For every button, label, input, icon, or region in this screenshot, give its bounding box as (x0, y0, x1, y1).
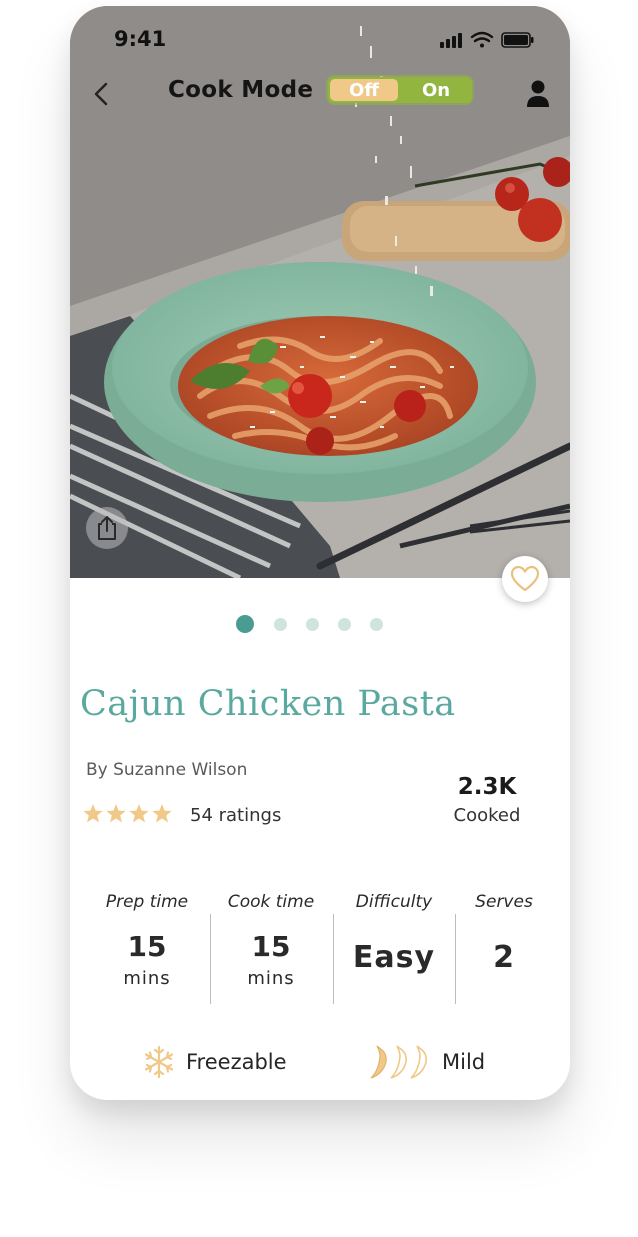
back-button[interactable] (86, 74, 116, 114)
status-time: 9:41 (114, 27, 167, 51)
toggle-off-option[interactable]: Off (330, 79, 398, 101)
battery-icon (501, 32, 534, 48)
recipe-details (70, 578, 570, 1100)
phone-frame: 9:41 Cook Mode Off On (70, 6, 570, 1100)
profile-button[interactable] (524, 78, 552, 110)
heart-icon (510, 565, 540, 592)
chevron-left-icon (94, 82, 108, 106)
top-nav: Cook Mode Off On (70, 68, 570, 120)
user-icon (527, 80, 549, 107)
wifi-icon (470, 31, 494, 48)
nav-title: Cook Mode (168, 77, 314, 103)
toggle-on-option[interactable]: On (402, 79, 470, 101)
share-icon (98, 516, 116, 540)
status-bar: 9:41 (70, 6, 570, 72)
status-icons (440, 31, 534, 48)
cellular-signal-icon (440, 33, 462, 48)
recipe-hero-image: 9:41 Cook Mode Off On (70, 6, 570, 578)
share-button[interactable] (86, 507, 128, 549)
favorite-button[interactable] (502, 556, 548, 602)
cook-mode-toggle[interactable]: Off On (328, 77, 472, 103)
